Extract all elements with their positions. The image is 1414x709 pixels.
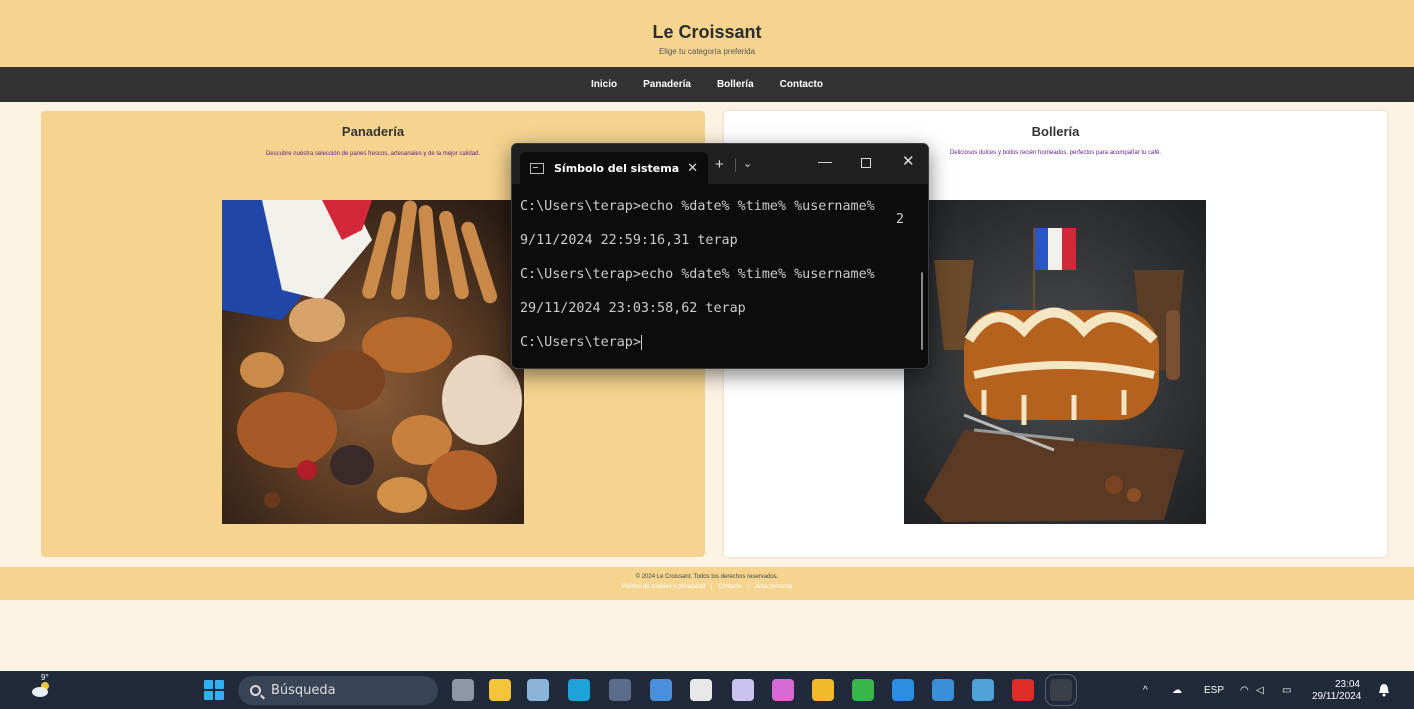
weather-temperature: 9°: [41, 673, 49, 682]
notification-bell-icon[interactable]: [1378, 683, 1390, 697]
volume-icon[interactable]: ◁: [1256, 671, 1264, 709]
terminal-line: C:\Users\terap>echo %date% %time% %usern…: [520, 267, 875, 282]
search-placeholder: Búsqueda: [271, 683, 336, 698]
footer-separator: |: [747, 584, 750, 590]
terminal-scrollbar[interactable]: [921, 272, 923, 350]
bread-photo[interactable]: [222, 200, 524, 524]
notepad-icon[interactable]: [650, 679, 672, 701]
taskbar-search[interactable]: Búsqueda: [238, 676, 438, 705]
edge-icon[interactable]: [568, 679, 590, 701]
footer-links: Política de cookies y privacidad | Conta…: [0, 584, 1414, 590]
footer-link-privacy[interactable]: Política de cookies y privacidad: [622, 584, 706, 590]
site-nav: Inicio Panadería Bollería Contacto: [0, 67, 1414, 102]
site-title: Le Croissant: [652, 22, 762, 42]
battery-icon[interactable]: ▭: [1282, 671, 1291, 709]
terminal-output[interactable]: C:\Users\terap>echo %date% %time% %usern…: [512, 184, 928, 351]
nav-panaderia[interactable]: Panadería: [630, 79, 704, 90]
terminal-tab[interactable]: Símbolo del sistema ✕: [520, 152, 708, 184]
command-prompt-icon: [530, 162, 544, 174]
terminal-titlebar[interactable]: Símbolo del sistema ✕ + ⌄ — ✕: [512, 144, 928, 184]
app-tool-icon[interactable]: [609, 679, 631, 701]
clock-time: 23:04: [1334, 679, 1360, 690]
file-explorer-icon[interactable]: [489, 679, 511, 701]
nav-bolleria[interactable]: Bollería: [704, 79, 767, 90]
vscode-icon[interactable]: [892, 679, 914, 701]
app-lens-icon[interactable]: [732, 679, 754, 701]
windows-logo-tile: [215, 691, 224, 700]
footer-separator: |: [710, 584, 713, 590]
search-icon: [250, 685, 261, 696]
wifi-icon[interactable]: ◠: [1240, 671, 1249, 709]
task-view-icon[interactable]: [452, 679, 474, 701]
terminal-line: 29/11/2024 23:03:58,62 terap: [520, 301, 746, 316]
terminal-window[interactable]: Símbolo del sistema ✕ + ⌄ — ✕ C:\Users\t…: [511, 143, 929, 369]
minimize-icon[interactable]: —: [818, 153, 832, 169]
app-g-icon[interactable]: [690, 679, 712, 701]
photos-icon[interactable]: [527, 679, 549, 701]
terminal-line: 2: [895, 212, 904, 227]
clock-date: 29/11/2024: [1312, 691, 1362, 702]
acrobat-icon[interactable]: [1012, 679, 1034, 701]
site-footer: © 2024 Le Croissant. Todos los derechos …: [0, 567, 1414, 600]
site-header: Le Croissant Elige tu categoría preferid…: [0, 0, 1414, 67]
xbox-icon[interactable]: [852, 679, 874, 701]
close-tab-icon[interactable]: ✕: [687, 160, 698, 176]
language-indicator[interactable]: ESP: [1204, 671, 1224, 709]
text-cursor: [640, 334, 642, 350]
windows-logo-tile: [204, 680, 213, 689]
terminal-prompt: C:\Users\terap>: [520, 335, 641, 350]
card-title: Bollería: [1031, 124, 1080, 139]
terminal-tab-label: Símbolo del sistema: [554, 161, 680, 175]
maximize-icon[interactable]: [861, 158, 871, 168]
windows-logo-tile: [215, 680, 224, 689]
footer-link-area-personal[interactable]: Área personal: [755, 584, 792, 590]
footer-copyright: © 2024 Le Croissant. Todos los derechos …: [635, 574, 779, 580]
start-button[interactable]: [204, 680, 224, 700]
terminal-prompt-line[interactable]: C:\Users\terap>: [520, 334, 920, 351]
footer-link-contacto[interactable]: Contacto: [718, 584, 742, 590]
pastry-photo[interactable]: [904, 200, 1206, 524]
installer-icon[interactable]: [972, 679, 994, 701]
close-icon[interactable]: ✕: [902, 152, 915, 170]
taskbar-clock[interactable]: 23:04 29/11/2024: [1312, 679, 1362, 703]
nav-inicio[interactable]: Inicio: [578, 79, 630, 90]
titlebar-divider: [735, 158, 736, 172]
windows-logo-tile: [204, 691, 213, 700]
chevron-down-icon[interactable]: ⌄: [743, 157, 752, 170]
chevron-up-icon[interactable]: ^: [1143, 671, 1148, 709]
site-subtitle: Elige tu categoría preferida: [658, 47, 756, 56]
terminal-line: 9/11/2024 22:59:16,31 terap: [520, 233, 738, 248]
chrome-icon[interactable]: [812, 679, 834, 701]
nav-contacto[interactable]: Contacto: [767, 79, 836, 90]
card-title: Panadería: [341, 124, 405, 139]
terminal-line: C:\Users\terap>echo %date% %time% %usern…: [520, 199, 875, 214]
new-tab-icon[interactable]: +: [715, 156, 724, 173]
onedrive-icon[interactable]: ☁: [1172, 671, 1182, 709]
outlook-icon[interactable]: [932, 679, 954, 701]
copilot-icon[interactable]: [772, 679, 794, 701]
taskbar: 9° Búsqueda ^ ☁ ESP ◠ ◁ ▭ 23:04 29/11/20…: [0, 671, 1414, 709]
terminal-icon[interactable]: [1045, 674, 1077, 706]
